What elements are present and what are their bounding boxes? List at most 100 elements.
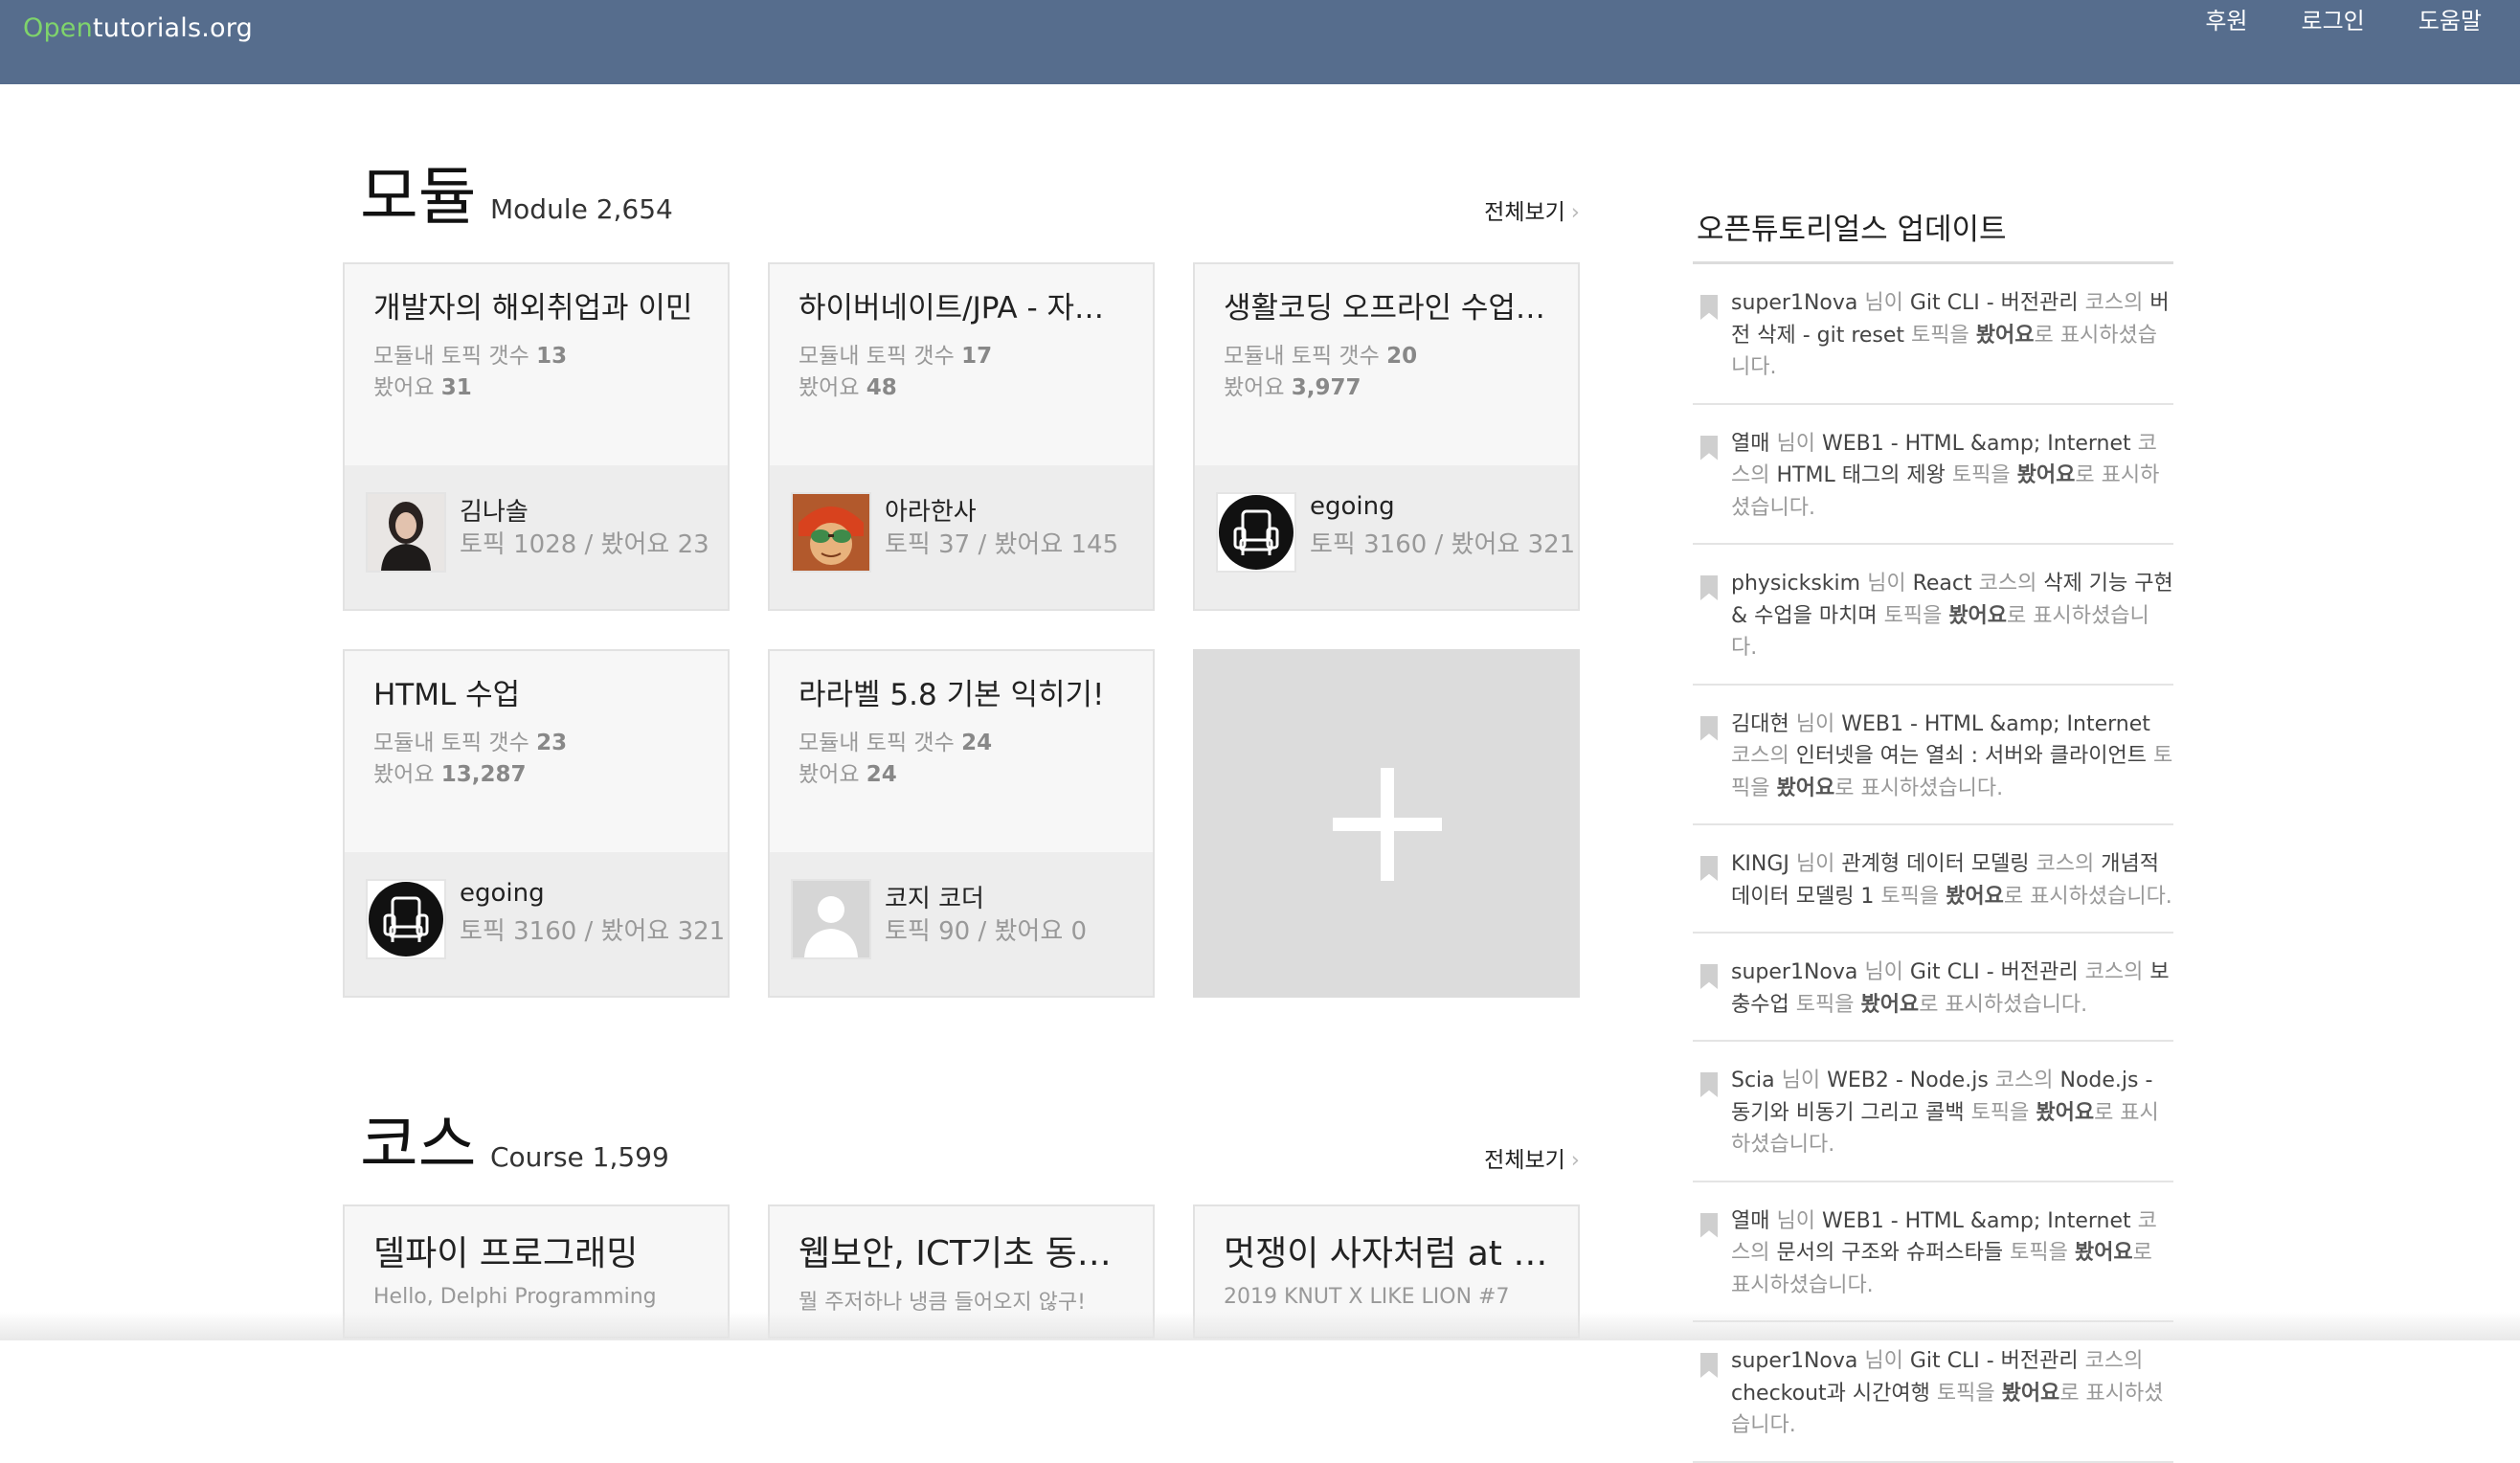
avatar[interactable] [366, 879, 446, 959]
update-topic-link[interactable]: checkout과 시간여행 [1731, 1382, 1930, 1406]
update-item: KINGJ 님이 관계형 데이터 모델링 코스의 개념적 데이터 모델링 1 토… [1693, 825, 2173, 934]
update-user-link[interactable]: super1Nova [1731, 960, 1857, 984]
module-title[interactable]: 하이버네이트/JPA - 자바… [799, 289, 1124, 327]
author-stats: 토픽 3160 / 봤어요 321 [1310, 525, 1575, 560]
update-topic-link[interactable]: HTML 태그의 제왕 [1776, 463, 1945, 487]
chevron-right-icon: › [1571, 200, 1580, 225]
logo-rest-text: tutorials.org [93, 13, 253, 43]
nav-sponsor-link[interactable]: 후원 [2205, 6, 2247, 36]
module-title[interactable]: 생활코딩 오프라인 수업 … [1224, 289, 1549, 327]
courses-title: 코스 [360, 1107, 476, 1183]
update-course-link[interactable]: Git CLI - 버전관리 [1910, 1349, 2079, 1373]
course-description: 2019 KNUT X LIKE LION #7 [1224, 1285, 1549, 1309]
course-title[interactable]: 멋쟁이 사자처럼 at … [1224, 1231, 1549, 1277]
update-course-link[interactable]: Git CLI - 버전관리 [1910, 960, 2079, 984]
update-course-link[interactable]: React [1913, 572, 1972, 596]
update-text: 코스의 [1972, 572, 2044, 596]
author-stats: 토픽 1028 / 봤어요 23 [460, 525, 709, 560]
module-author[interactable]: egoing 토픽 3160 / 봤어요 321 [345, 852, 728, 996]
module-author[interactable]: 코지 코더 토픽 90 / 봤어요 0 [770, 852, 1153, 996]
add-module-button[interactable] [1193, 649, 1580, 998]
update-text: 님이 [1775, 1069, 1827, 1092]
author-name[interactable]: 아라한사 [885, 492, 977, 528]
module-title[interactable]: 라라벨 5.8 기본 익히기! [799, 676, 1124, 714]
update-item: Scia 님이 WEB2 - Node.js 코스의 Node.js - 동기와… [1693, 1042, 2173, 1182]
module-card[interactable]: 생활코딩 오프라인 수업 … 모듈내 토픽 갯수 20 봤어요 3,977 [1193, 262, 1580, 611]
cartoon-avatar-icon [793, 494, 869, 571]
update-course-link[interactable]: Git CLI - 버전관리 [1910, 291, 2079, 315]
author-name[interactable]: 김나솔 [460, 492, 529, 528]
course-title[interactable]: 델파이 프로그래밍 [373, 1231, 699, 1277]
bookmark-icon [1700, 575, 1718, 600]
update-text: 토픽을 [1930, 1382, 2002, 1406]
update-user-link[interactable]: 열매 [1731, 432, 1769, 456]
module-author[interactable]: egoing 토픽 3160 / 봤어요 321 [1195, 465, 1578, 609]
top-nav: 후원 로그인 도움말 [2151, 6, 2482, 36]
author-name[interactable]: 코지 코더 [885, 879, 984, 914]
update-user-link[interactable]: KINGJ [1731, 852, 1789, 876]
module-seen-count: 봤어요 48 [799, 372, 1124, 404]
update-text: 님이 [1789, 852, 1841, 876]
logo-open-text: Open [23, 13, 93, 43]
update-text: 님이 [1857, 960, 1909, 984]
updates-list: super1Nova 님이 Git CLI - 버전관리 코스의 버전 삭제 -… [1693, 264, 2173, 1463]
course-title[interactable]: 웹보안, ICT기초 동… [799, 1231, 1124, 1277]
update-topic-link[interactable]: 인터넷을 여는 열쇠 : 서버와 클라이언트 [1796, 744, 2147, 768]
update-item: 열매 님이 WEB1 - HTML &amp; Internet 코스의 HTM… [1693, 405, 2173, 546]
module-author[interactable]: 아라한사 토픽 37 / 봤어요 145 [770, 465, 1153, 609]
module-topic-count: 모듈내 토픽 갯수 13 [373, 341, 699, 372]
author-stats: 토픽 37 / 봤어요 145 [885, 525, 1118, 560]
courses-see-all-link[interactable]: 전체보기› [1484, 1141, 1580, 1174]
update-action: 봤어요 [1776, 777, 1834, 800]
update-text: 토픽을 [1878, 604, 1949, 628]
author-name[interactable]: egoing [460, 879, 545, 908]
update-user-link[interactable]: super1Nova [1731, 1349, 1857, 1373]
update-topic-link[interactable]: 문서의 구조와 슈퍼스타들 [1776, 1241, 2003, 1265]
update-item: 김대현 님이 WEB1 - HTML &amp; Internet 코스의 인터… [1693, 686, 2173, 826]
update-course-link[interactable]: WEB2 - Node.js [1827, 1069, 1989, 1092]
site-logo[interactable]: Opentutorials.org [23, 13, 253, 43]
avatar[interactable] [1216, 492, 1296, 573]
module-seen-count: 봤어요 24 [799, 759, 1124, 791]
avatar[interactable] [366, 492, 446, 573]
bookmark-icon [1700, 716, 1718, 741]
update-course-link[interactable]: WEB1 - HTML &amp; Internet [1822, 1209, 2131, 1233]
update-action: 봤어요 [2002, 1382, 2060, 1406]
update-user-link[interactable]: 열매 [1731, 1209, 1769, 1233]
update-text: 토픽을 [1789, 993, 1861, 1017]
update-action: 봤어요 [2036, 1101, 2094, 1125]
module-author[interactable]: 김나솔 토픽 1028 / 봤어요 23 [345, 465, 728, 609]
update-text: 토픽을 [1965, 1101, 2036, 1125]
module-card[interactable]: 하이버네이트/JPA - 자바… 모듈내 토픽 갯수 17 봤어요 48 [768, 262, 1155, 611]
nav-login-link[interactable]: 로그인 [2302, 6, 2365, 36]
update-course-link[interactable]: WEB1 - HTML &amp; Internet [1841, 712, 2150, 736]
bookmark-icon [1700, 964, 1718, 989]
default-user-icon [793, 881, 869, 957]
update-text: 님이 [1857, 1349, 1909, 1373]
courses-count: Course 1,599 [490, 1141, 669, 1173]
update-text: 로 표시하셨습니다. [1834, 777, 2003, 800]
nav-help-link[interactable]: 도움말 [2419, 6, 2482, 36]
author-name[interactable]: egoing [1310, 492, 1395, 521]
update-user-link[interactable]: super1Nova [1731, 291, 1857, 315]
update-item: super1Nova 님이 Git CLI - 버전관리 코스의 버전 삭제 -… [1693, 264, 2173, 405]
update-user-link[interactable]: 김대현 [1731, 712, 1789, 736]
update-course-link[interactable]: 관계형 데이터 모델링 [1841, 852, 2029, 876]
update-user-link[interactable]: Scia [1731, 1069, 1775, 1092]
module-title[interactable]: 개발자의 해외취업과 이민 [373, 289, 699, 327]
updates-sidebar: 오픈튜토리얼스 업데이트 super1Nova 님이 Git CLI - 버전관… [1693, 199, 2173, 1463]
update-action: 봤어요 [2075, 1241, 2133, 1265]
update-action: 봤어요 [2017, 463, 2076, 487]
updates-title: 오픈튜토리얼스 업데이트 [1693, 199, 2173, 264]
module-card[interactable]: HTML 수업 모듈내 토픽 갯수 23 봤어요 13,287 [343, 649, 730, 998]
module-title[interactable]: HTML 수업 [373, 676, 699, 714]
modules-see-all-link[interactable]: 전체보기› [1484, 193, 1580, 226]
update-course-link[interactable]: WEB1 - HTML &amp; Internet [1822, 432, 2131, 456]
avatar[interactable] [791, 879, 871, 959]
module-seen-count: 봤어요 13,287 [373, 759, 699, 791]
module-card[interactable]: 개발자의 해외취업과 이민 모듈내 토픽 갯수 13 봤어요 31 김나솔 토픽… [343, 262, 730, 611]
update-text: 님이 [1769, 1209, 1821, 1233]
module-card[interactable]: 라라벨 5.8 기본 익히기! 모듈내 토픽 갯수 24 봤어요 24 코지 코… [768, 649, 1155, 998]
update-user-link[interactable]: physickskim [1731, 572, 1860, 596]
avatar[interactable] [791, 492, 871, 573]
